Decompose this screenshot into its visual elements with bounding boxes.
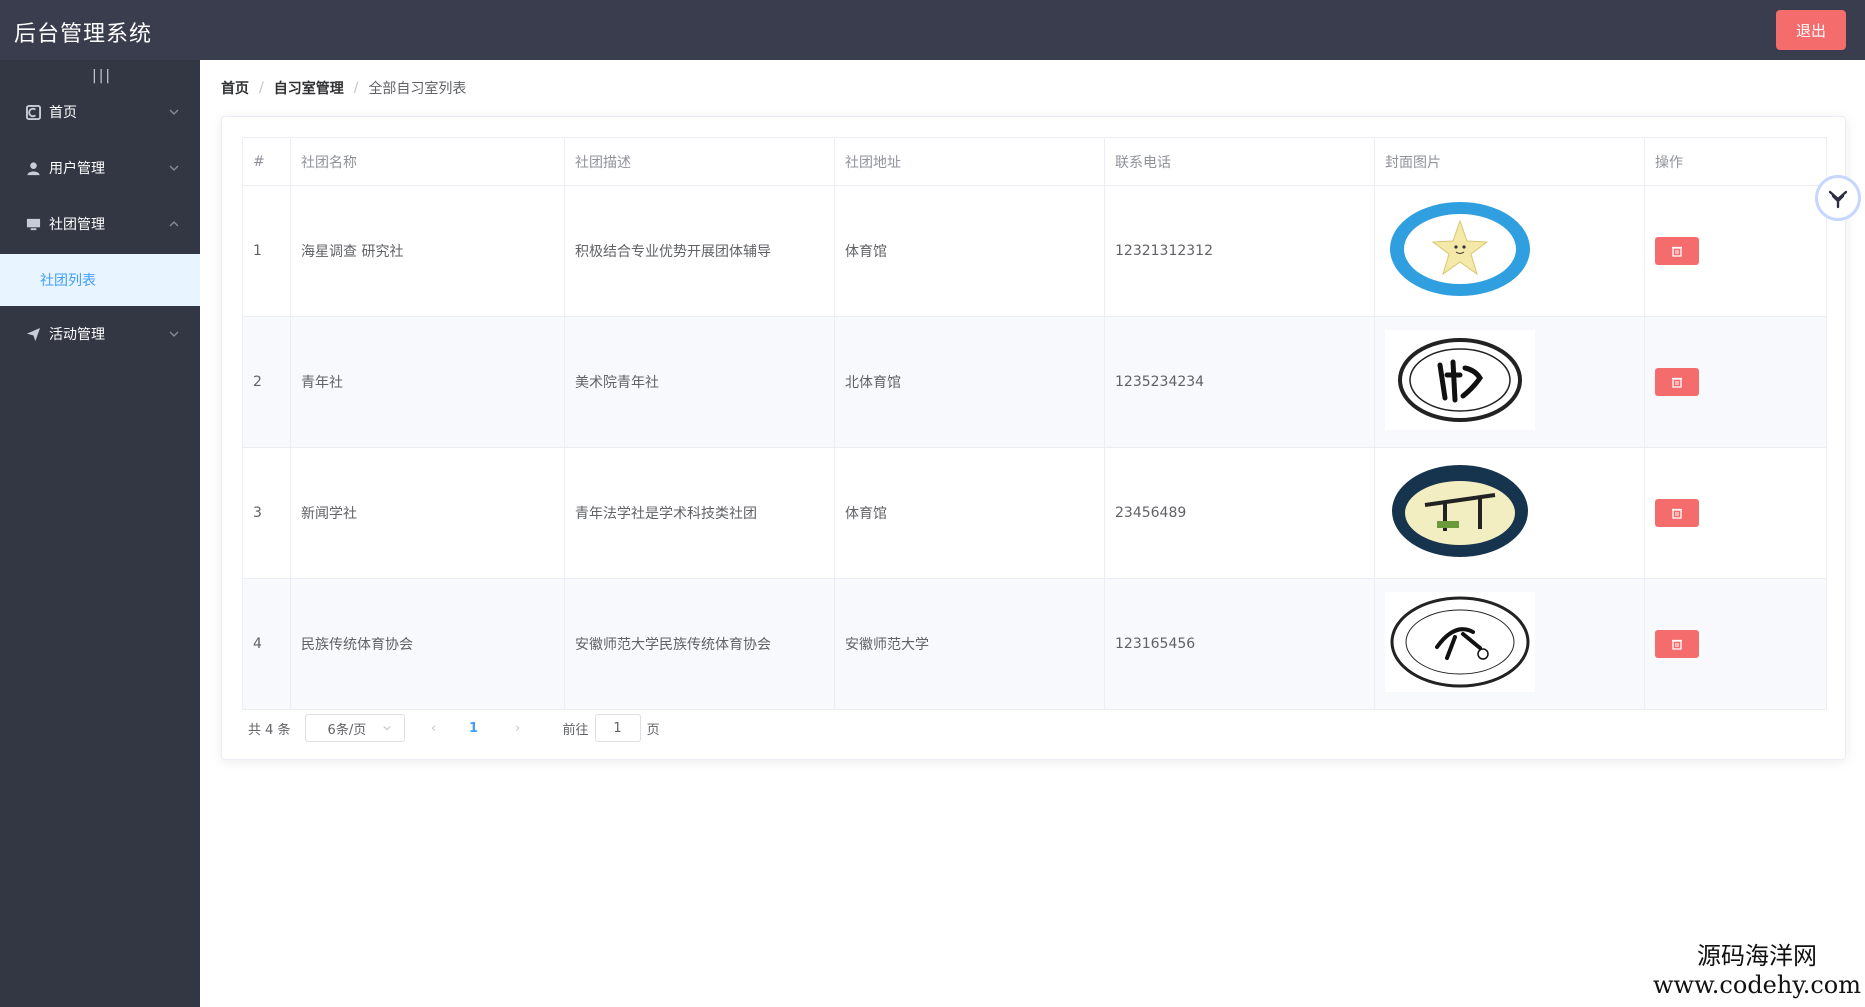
- delete-button[interactable]: [1655, 368, 1699, 396]
- cell-index: 2: [242, 316, 291, 448]
- cell-actions: [1644, 316, 1827, 448]
- sidebar-item-label: 活动管理: [49, 327, 105, 343]
- cell-cover: [1374, 578, 1645, 710]
- cell-actions: [1644, 578, 1827, 710]
- home-icon: [25, 104, 41, 120]
- floating-assistant-button[interactable]: [1815, 175, 1861, 221]
- breadcrumb-separator: /: [259, 80, 264, 96]
- assistant-icon: [1828, 190, 1848, 209]
- sidebar-item-label: 首页: [49, 105, 77, 121]
- delete-button[interactable]: [1655, 499, 1699, 527]
- sidebar-item-clubs[interactable]: 社团管理: [0, 196, 200, 252]
- page-size-select[interactable]: 6条/页: [304, 714, 405, 742]
- sidebar-item-label: 用户管理: [49, 161, 105, 177]
- pagination-total: 共 4 条: [248, 722, 291, 738]
- club-logo-image: [1392, 465, 1528, 557]
- breadcrumb: 首页 / 自习室管理 / 全部自习室列表: [221, 78, 466, 98]
- page-unit-label: 页: [646, 722, 660, 738]
- cell-name: 海星调查 研究社: [290, 185, 565, 317]
- cell-index: 3: [242, 447, 291, 579]
- sidebar-item-users[interactable]: 用户管理: [0, 140, 200, 196]
- club-logo-image: [1390, 202, 1530, 296]
- cell-address: 体育馆: [834, 447, 1105, 579]
- cell-phone: 12321312312: [1104, 185, 1375, 317]
- club-table: # 社团名称 社团描述 社团地址 联系电话 封面图片 操作 1 海星调查 研究社…: [242, 137, 1827, 710]
- breadcrumb-home[interactable]: 首页: [221, 78, 249, 98]
- cell-desc: 青年法学社是学术科技类社团: [564, 447, 835, 579]
- watermark-line2: www.codehy.com: [1653, 971, 1861, 999]
- trash-icon: [1672, 639, 1682, 650]
- app-title: 后台管理系统: [14, 22, 153, 47]
- delete-button[interactable]: [1655, 630, 1699, 658]
- pagination: 共 4 条 6条/页 ‹ 1 › 前往 1 页: [248, 714, 660, 742]
- column-header: 社团名称: [290, 137, 565, 186]
- column-header: 社团地址: [834, 137, 1105, 186]
- next-page-button[interactable]: ›: [503, 721, 533, 736]
- watermark-line1: 源码海洋网: [1697, 942, 1817, 970]
- cell-cover: [1374, 185, 1645, 317]
- page-number[interactable]: 1: [459, 721, 489, 736]
- chevron-down-icon: [169, 109, 179, 115]
- cell-actions: [1644, 447, 1827, 579]
- trash-icon: [1672, 246, 1682, 257]
- chevron-down-icon: [169, 165, 179, 171]
- chevron-down-icon: [382, 725, 391, 731]
- column-header: 联系电话: [1104, 137, 1375, 186]
- breadcrumb-parent[interactable]: 自习室管理: [274, 78, 344, 98]
- send-icon: [25, 326, 41, 342]
- table-row: 3 新闻学社 青年法学社是学术科技类社团 体育馆 23456489: [242, 447, 1827, 579]
- breadcrumb-current: 全部自习室列表: [368, 81, 467, 97]
- club-logo-image: [1385, 330, 1535, 430]
- club-logo-image: [1385, 592, 1535, 692]
- column-header: 操作: [1644, 137, 1827, 186]
- sidebar-subitem-club-list[interactable]: 社团列表: [0, 254, 200, 306]
- main-content: 首页 / 自习室管理 / 全部自习室列表 # 社团名称 社团描述 社团地址 联系…: [200, 60, 1865, 1007]
- sidebar-item-home[interactable]: 首页: [0, 84, 200, 140]
- sidebar-item-activities[interactable]: 活动管理: [0, 306, 200, 362]
- chevron-up-icon: [169, 221, 179, 227]
- cell-name: 青年社: [290, 316, 565, 448]
- goto-label: 前往: [562, 722, 589, 738]
- cell-index: 4: [242, 578, 291, 710]
- column-header: 封面图片: [1374, 137, 1645, 186]
- table-row: 4 民族传统体育协会 安徽师范大学民族传统体育协会 安徽师范大学 1231654…: [242, 578, 1827, 710]
- breadcrumb-separator: /: [353, 80, 359, 96]
- sidebar: ||| 首页 用户管理 社团管理 社团列表 活动管理: [0, 60, 200, 1007]
- cell-phone: 1235234234: [1104, 316, 1375, 448]
- trash-icon: [1672, 508, 1682, 519]
- cell-address: 体育馆: [834, 185, 1105, 317]
- cell-desc: 安徽师范大学民族传统体育协会: [564, 578, 835, 710]
- table-row: 2 青年社 美术院青年社 北体育馆 1235234234: [242, 316, 1827, 448]
- cell-cover: [1374, 447, 1645, 579]
- cell-address: 北体育馆: [834, 316, 1105, 448]
- logout-button[interactable]: 退出: [1776, 10, 1846, 50]
- monitor-icon: [25, 216, 41, 232]
- cell-phone: 23456489: [1104, 447, 1375, 579]
- user-icon: [25, 160, 41, 176]
- cell-actions: [1644, 185, 1827, 317]
- column-header: #: [242, 137, 291, 186]
- cell-desc: 积极结合专业优势开展团体辅导: [564, 185, 835, 317]
- cell-phone: 123165456: [1104, 578, 1375, 710]
- trash-icon: [1672, 377, 1682, 388]
- cell-name: 民族传统体育协会: [290, 578, 565, 710]
- table-header-row: # 社团名称 社团描述 社团地址 联系电话 封面图片 操作: [242, 137, 1827, 186]
- sidebar-collapse-toggle[interactable]: |||: [92, 68, 112, 84]
- cell-cover: [1374, 316, 1645, 448]
- cell-index: 1: [242, 185, 291, 317]
- chevron-down-icon: [169, 331, 179, 337]
- cell-address: 安徽师范大学: [834, 578, 1105, 710]
- cell-desc: 美术院青年社: [564, 316, 835, 448]
- table-card: # 社团名称 社团描述 社团地址 联系电话 封面图片 操作 1 海星调查 研究社…: [221, 116, 1846, 760]
- goto-page-input[interactable]: 1: [594, 714, 641, 742]
- delete-button[interactable]: [1655, 237, 1699, 265]
- column-header: 社团描述: [564, 137, 835, 186]
- table-row: 1 海星调查 研究社 积极结合专业优势开展团体辅导 体育馆 1232131231…: [242, 185, 1827, 317]
- cell-name: 新闻学社: [290, 447, 565, 579]
- top-header: 后台管理系统 退出: [0, 0, 1865, 60]
- sidebar-item-label: 社团管理: [49, 217, 105, 233]
- prev-page-button[interactable]: ‹: [419, 721, 449, 736]
- watermark: 源码海洋网 www.codehy.com: [1653, 936, 1861, 999]
